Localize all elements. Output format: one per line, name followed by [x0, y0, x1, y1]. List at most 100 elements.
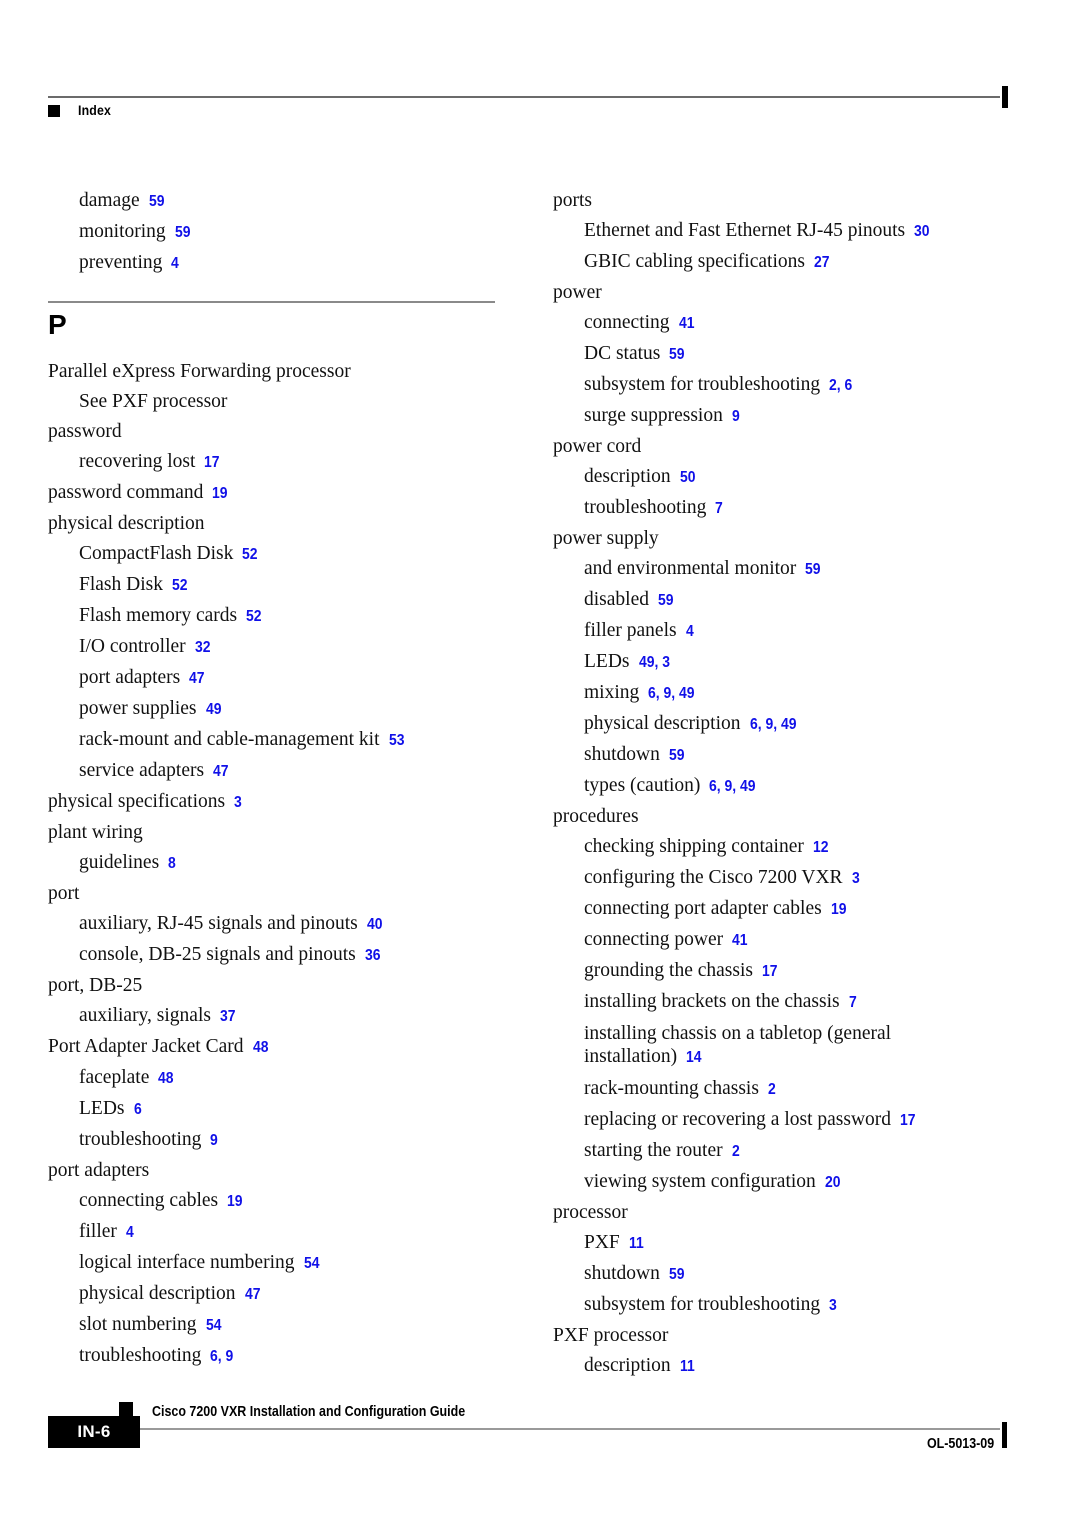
document-id: OL-5013-09 — [926, 1436, 994, 1452]
index-entry-page-numbers[interactable]: 2, 6 — [829, 371, 852, 401]
index-entry-page-numbers[interactable]: 8 — [168, 849, 176, 879]
header-rule — [48, 96, 1000, 98]
index-entry: GBIC cabling specifications 27 — [584, 247, 1013, 278]
index-entry: replacing or recovering a lost password 1… — [584, 1105, 1013, 1136]
index-entry-page-numbers[interactable]: 59 — [669, 741, 685, 771]
index-entry-term: PXF — [584, 1232, 620, 1253]
index-entry-page-numbers[interactable]: 3 — [852, 864, 860, 894]
index-entry-page-numbers[interactable]: 52 — [246, 602, 262, 632]
index-entry-page-numbers[interactable]: 59 — [805, 555, 821, 585]
index-entry: power supplies 49 — [79, 694, 508, 725]
index-entry-page-numbers[interactable]: 17 — [204, 448, 220, 478]
index-entry-page-numbers[interactable]: 20 — [825, 1168, 841, 1198]
index-entry-page-numbers[interactable]: 2 — [768, 1075, 776, 1105]
index-entry: console, DB-25 signals and pinouts 36 — [79, 940, 508, 971]
index-entry-term: guidelines — [79, 852, 160, 873]
index-entry-page-numbers[interactable]: 59 — [149, 187, 165, 217]
index-entry-page-numbers[interactable]: 4 — [171, 249, 179, 279]
index-entry-page-numbers[interactable]: 6, 9, 49 — [648, 679, 695, 709]
index-entry: port adapters — [48, 1156, 508, 1186]
index-entry-term: starting the router — [584, 1140, 723, 1161]
index-entry-page-numbers[interactable]: 50 — [680, 463, 696, 493]
index-entry-page-numbers[interactable]: 30 — [914, 217, 930, 247]
index-entry-page-numbers[interactable]: 40 — [367, 910, 383, 940]
index-entry-page-numbers[interactable]: 17 — [762, 957, 778, 987]
index-entry-term: physical description — [48, 513, 205, 534]
index-entry-term: slot numbering — [79, 1314, 197, 1335]
index-entry-page-numbers[interactable]: 54 — [304, 1249, 320, 1279]
index-entry-term: troubleshooting — [79, 1345, 202, 1366]
index-entry-page-numbers[interactable]: 54 — [206, 1311, 222, 1341]
index-entry-term: troubleshooting — [79, 1129, 202, 1150]
index-entry-page-numbers[interactable]: 47 — [189, 664, 205, 694]
index-entry-page-numbers[interactable]: 3 — [234, 788, 242, 818]
index-entry-page-numbers[interactable]: 19 — [227, 1187, 243, 1217]
index-entry-page-numbers[interactable]: 19 — [831, 895, 847, 925]
section-letter: P — [48, 309, 67, 340]
index-entry-term: password command — [48, 482, 204, 503]
index-entry-term: description — [584, 466, 671, 487]
index-entry-page-numbers[interactable]: 19 — [212, 479, 228, 509]
index-entry-page-numbers[interactable]: 49 — [206, 695, 222, 725]
index-entry-page-numbers[interactable]: 36 — [365, 941, 381, 971]
index-entry-page-numbers[interactable]: 11 — [680, 1352, 695, 1382]
index-entry-page-numbers[interactable]: 17 — [900, 1106, 916, 1136]
index-entry-page-numbers[interactable]: 37 — [220, 1002, 236, 1032]
section-heading: P — [48, 301, 508, 339]
index-entry-term: service adapters — [79, 760, 205, 781]
index-entry: port adapters 47 — [79, 663, 508, 694]
index-entry: power cord — [553, 432, 1013, 462]
index-entry-page-numbers[interactable]: 4 — [126, 1218, 134, 1248]
index-entry: I/O controller 32 — [79, 632, 508, 663]
index-entry-page-numbers[interactable]: 48 — [158, 1064, 174, 1094]
index-entry-page-numbers[interactable]: 6 — [134, 1095, 142, 1125]
index-entry-page-numbers[interactable]: 9 — [210, 1126, 218, 1156]
index-entry-term: power supplies — [79, 698, 197, 719]
index-entry-page-numbers[interactable]: 27 — [814, 248, 830, 278]
index-entry-page-numbers[interactable]: 12 — [813, 833, 829, 863]
index-entry-page-numbers[interactable]: 59 — [175, 218, 191, 248]
index-entry-term: ports — [553, 190, 592, 211]
index-entry-term: faceplate — [79, 1067, 150, 1088]
index-entry-term: shutdown — [584, 1263, 660, 1284]
index-entry-page-numbers[interactable]: 7 — [849, 988, 857, 1018]
index-entry-page-numbers[interactable]: 52 — [172, 571, 188, 601]
index-entry-page-numbers[interactable]: 52 — [242, 540, 258, 570]
index-entry-page-numbers[interactable]: 2 — [732, 1137, 740, 1167]
index-entry-page-numbers[interactable]: 53 — [389, 726, 405, 756]
index-entry-page-numbers[interactable]: 11 — [629, 1229, 644, 1259]
index-entry-term: port adapters — [79, 667, 181, 688]
index-entry-page-numbers[interactable]: 6, 9, 49 — [709, 772, 756, 802]
index-entry-page-numbers[interactable]: 3 — [829, 1291, 837, 1321]
index-entry-page-numbers[interactable]: 41 — [732, 926, 748, 956]
index-entry-page-numbers[interactable]: 49, 3 — [639, 648, 670, 678]
page-header: Index — [0, 0, 1080, 130]
index-entry: description 11 — [584, 1351, 1013, 1382]
index-entry-page-numbers[interactable]: 9 — [732, 402, 740, 432]
index-entry: physical description 47 — [79, 1279, 508, 1310]
footer-rule — [48, 1428, 1000, 1430]
index-entry-term: port — [48, 883, 80, 904]
index-entry-page-numbers[interactable]: 6, 9 — [210, 1342, 233, 1372]
index-entry: plant wiring — [48, 818, 508, 848]
index-entry-page-numbers[interactable]: 6, 9, 49 — [750, 710, 797, 740]
index-entry-page-numbers[interactable]: 48 — [253, 1033, 269, 1063]
index-entry-page-numbers[interactable]: 59 — [669, 340, 685, 370]
index-entry: monitoring 59 — [79, 217, 508, 248]
index-entry-page-numbers[interactable]: 32 — [195, 633, 211, 663]
index-entry-page-numbers[interactable]: 47 — [245, 1280, 261, 1310]
index-entry: disabled 59 — [584, 585, 1013, 616]
black-square-icon — [48, 105, 60, 117]
index-entry-page-numbers[interactable]: 59 — [669, 1260, 685, 1290]
index-entry-page-numbers[interactable]: 7 — [715, 494, 723, 524]
index-entry-page-numbers[interactable]: 14 — [686, 1046, 702, 1069]
index-entry-page-numbers[interactable]: 4 — [686, 617, 694, 647]
index-entry: troubleshooting 7 — [584, 493, 1013, 524]
index-entry: description 50 — [584, 462, 1013, 493]
index-entry-page-numbers[interactable]: 47 — [213, 757, 229, 787]
index-entry-term: rack-mounting chassis — [584, 1078, 759, 1099]
index-entry: installing chassis on a tabletop (genera… — [584, 1022, 934, 1069]
index-entry: power — [553, 278, 1013, 308]
index-entry-page-numbers[interactable]: 41 — [679, 309, 695, 339]
index-entry-page-numbers[interactable]: 59 — [658, 586, 674, 616]
